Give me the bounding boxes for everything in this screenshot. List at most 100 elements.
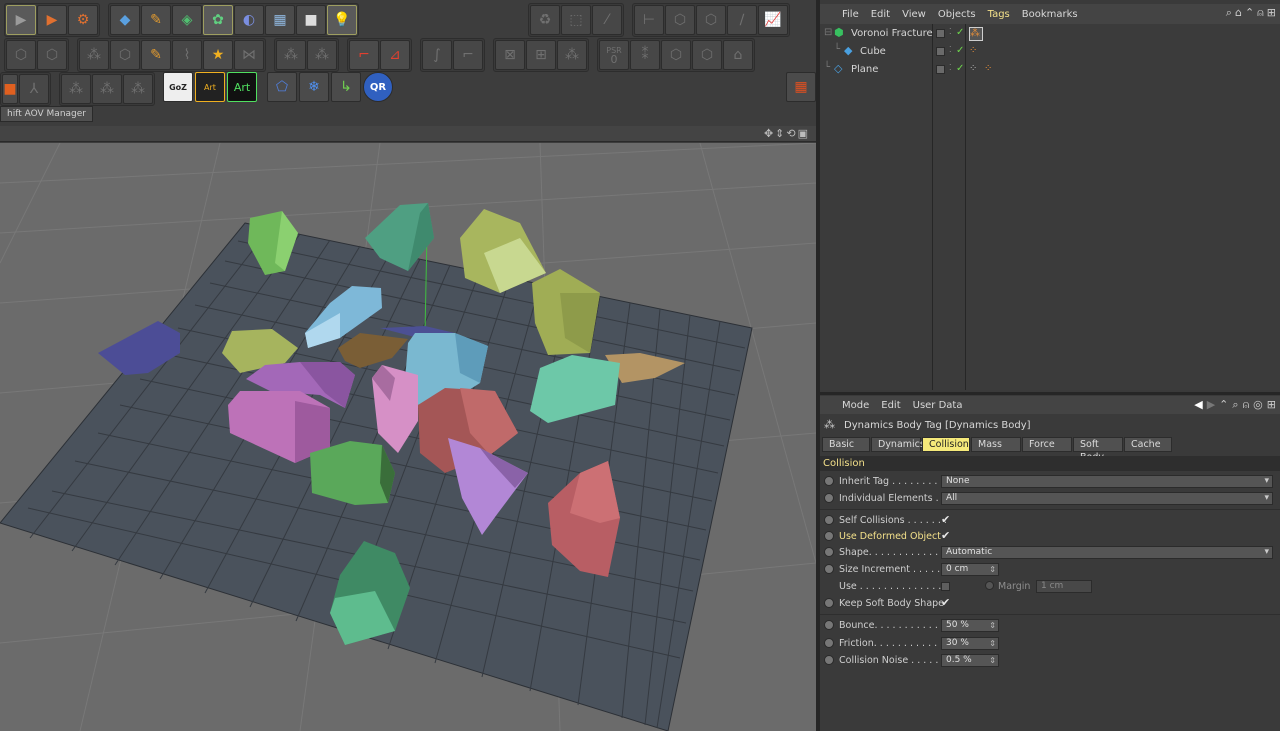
psr-icon[interactable]: PSR 0 xyxy=(599,40,629,70)
inherit-tag-dropdown[interactable]: None xyxy=(941,475,1273,488)
render-view-icon[interactable]: ▶ xyxy=(6,5,36,35)
orange-square-icon[interactable]: ■ xyxy=(2,74,18,104)
menu-user-data[interactable]: User Data xyxy=(913,400,963,411)
floor-icon[interactable]: ▦ xyxy=(265,5,295,35)
menu-view[interactable]: View xyxy=(902,9,926,20)
object-name[interactable]: Plane xyxy=(851,64,878,75)
dynamics-tag-icon[interactable]: ⁂ xyxy=(969,27,983,41)
margin-field[interactable]: 1 cm xyxy=(1036,580,1092,593)
bounce-field[interactable]: 50 % xyxy=(941,619,999,632)
menu-edit[interactable]: Edit xyxy=(871,9,890,20)
collision-noise-field[interactable]: 0.5 % xyxy=(941,654,999,667)
xyz-icon[interactable]: ⁑ xyxy=(630,40,660,70)
art-icon[interactable]: Art xyxy=(227,72,257,102)
visibility-dots[interactable]: ⁚ xyxy=(949,27,952,36)
box-outline2-icon[interactable]: ⬡ xyxy=(37,40,67,70)
cloner-icon[interactable]: ✿ xyxy=(203,5,233,35)
brush-icon[interactable]: ⁄ xyxy=(592,5,622,35)
layer-box[interactable] xyxy=(936,47,945,56)
joint-icon[interactable]: ⅄ xyxy=(19,74,49,104)
axis-icon[interactable]: ⌐ xyxy=(349,40,379,70)
eye-grid-icon[interactable]: ⁂ xyxy=(61,74,91,104)
lock-icon[interactable]: ⍝ xyxy=(1243,398,1250,412)
object-row-plane[interactable]: └ ◇ Plane ⁚ ✓ ⁘ ⁘ xyxy=(820,62,1280,79)
keep-soft-body-shape-checkbox[interactable]: ✔ xyxy=(941,596,950,609)
step-icon[interactable]: ⌐ xyxy=(453,40,483,70)
friction-field[interactable]: 30 % xyxy=(941,637,999,650)
keyframe-radio[interactable] xyxy=(824,493,834,503)
array-icon[interactable]: ⁂ xyxy=(79,40,109,70)
subdivide-icon[interactable]: ◈ xyxy=(172,5,202,35)
art-export-icon[interactable]: Art xyxy=(195,72,225,102)
box-icon[interactable]: ⬡ xyxy=(665,5,695,35)
margin-keyframe-radio[interactable] xyxy=(985,581,994,590)
cube-grid-icon[interactable]: ⬡ xyxy=(110,40,140,70)
layer-box[interactable] xyxy=(936,29,945,38)
grid-a-icon[interactable]: ⁂ xyxy=(276,40,306,70)
h-box-icon[interactable]: ⊞ xyxy=(526,40,556,70)
keyframe-radio[interactable] xyxy=(824,547,834,557)
target-icon[interactable]: ◎ xyxy=(1253,398,1263,412)
eye-grid2-icon[interactable]: ⁂ xyxy=(92,74,122,104)
forward-arrow-icon[interactable]: ▶ xyxy=(1207,398,1215,412)
menu-edit[interactable]: Edit xyxy=(881,400,900,411)
keyframe-radio[interactable] xyxy=(824,638,834,648)
keyframe-radio[interactable] xyxy=(824,620,834,630)
enabled-check-icon[interactable]: ✓ xyxy=(956,27,964,38)
brick-icon[interactable]: ▦ xyxy=(786,72,816,102)
snowflake-icon[interactable]: ❄ xyxy=(299,72,329,102)
up-icon[interactable]: ⌃ xyxy=(1245,6,1254,20)
tab-dynamics[interactable]: Dynamics xyxy=(871,437,925,452)
phong-tag-icon[interactable]: ⁘ xyxy=(969,45,983,59)
enabled-check-icon[interactable]: ✓ xyxy=(956,45,964,56)
tab-force[interactable]: Force xyxy=(1022,437,1072,452)
panel-divider-horizontal[interactable] xyxy=(820,392,1280,395)
menu-mode[interactable]: Mode xyxy=(842,400,869,411)
box-outline-icon[interactable]: ⬡ xyxy=(6,40,36,70)
self-collisions-checkbox[interactable]: ✔ xyxy=(941,513,950,526)
tab-mass[interactable]: Mass xyxy=(971,437,1021,452)
object-name[interactable]: Voronoi Fracture xyxy=(851,28,933,39)
goz-icon[interactable]: GoZ xyxy=(163,72,193,102)
graph-icon[interactable]: 📈 xyxy=(758,5,788,35)
back-arrow-icon[interactable]: ◀ xyxy=(1194,398,1202,412)
viewport-nav-icons[interactable]: ✥⇕⟲▣ xyxy=(764,127,810,140)
bow-icon[interactable]: ⋈ xyxy=(234,40,264,70)
new-window-icon[interactable]: ⊞ xyxy=(1267,6,1276,20)
keyframe-radio[interactable] xyxy=(824,476,834,486)
dots-box-icon[interactable]: ⁂ xyxy=(557,40,587,70)
tab-cache[interactable]: Cache xyxy=(1124,437,1172,452)
object-name[interactable]: Cube xyxy=(860,46,886,57)
workplane-icon[interactable]: ⬚ xyxy=(561,5,591,35)
up-arrow-icon[interactable]: ⌃ xyxy=(1219,398,1228,412)
keyframe-radio[interactable] xyxy=(824,598,834,608)
use-checkbox[interactable] xyxy=(941,582,950,591)
visibility-dots[interactable]: ⁚ xyxy=(949,63,952,72)
recycle-icon[interactable]: ♻ xyxy=(530,5,560,35)
individual-elements-dropdown[interactable]: All xyxy=(941,492,1273,505)
search-icon[interactable]: ⌕ xyxy=(1226,6,1232,20)
pentagon-icon[interactable]: ⬠ xyxy=(267,72,297,102)
keyframe-radio[interactable] xyxy=(824,515,834,525)
x-box-icon[interactable]: ⊠ xyxy=(495,40,525,70)
enabled-check-icon[interactable]: ✓ xyxy=(956,63,964,74)
cube-b-icon[interactable]: ⬡ xyxy=(692,40,722,70)
menu-file[interactable]: File xyxy=(842,9,859,20)
lock-icon[interactable]: ⍝ xyxy=(1257,6,1264,20)
tree-icon[interactable]: ⁂ xyxy=(123,74,153,104)
sculpt-icon[interactable]: ✎ xyxy=(141,40,171,70)
snap-icon[interactable]: ⊢ xyxy=(634,5,664,35)
coord-icon[interactable]: ⊿ xyxy=(380,40,410,70)
qr-icon[interactable]: QR xyxy=(363,72,393,102)
grid-b-icon[interactable]: ⁂ xyxy=(307,40,337,70)
3d-viewport[interactable] xyxy=(0,143,816,731)
knife-icon[interactable]: ∕ xyxy=(727,5,757,35)
light-icon[interactable]: 💡 xyxy=(327,5,357,35)
house-icon[interactable]: ⌂ xyxy=(723,40,753,70)
tab-basic[interactable]: Basic xyxy=(822,437,870,452)
size-increment-field[interactable]: 0 cm xyxy=(941,563,999,576)
aov-manager-tab[interactable]: hift AOV Manager xyxy=(0,106,93,122)
tab-soft-body[interactable]: Soft Body xyxy=(1073,437,1123,463)
menu-tags[interactable]: Tags xyxy=(988,9,1010,20)
forces-icon[interactable]: ↳ xyxy=(331,72,361,102)
